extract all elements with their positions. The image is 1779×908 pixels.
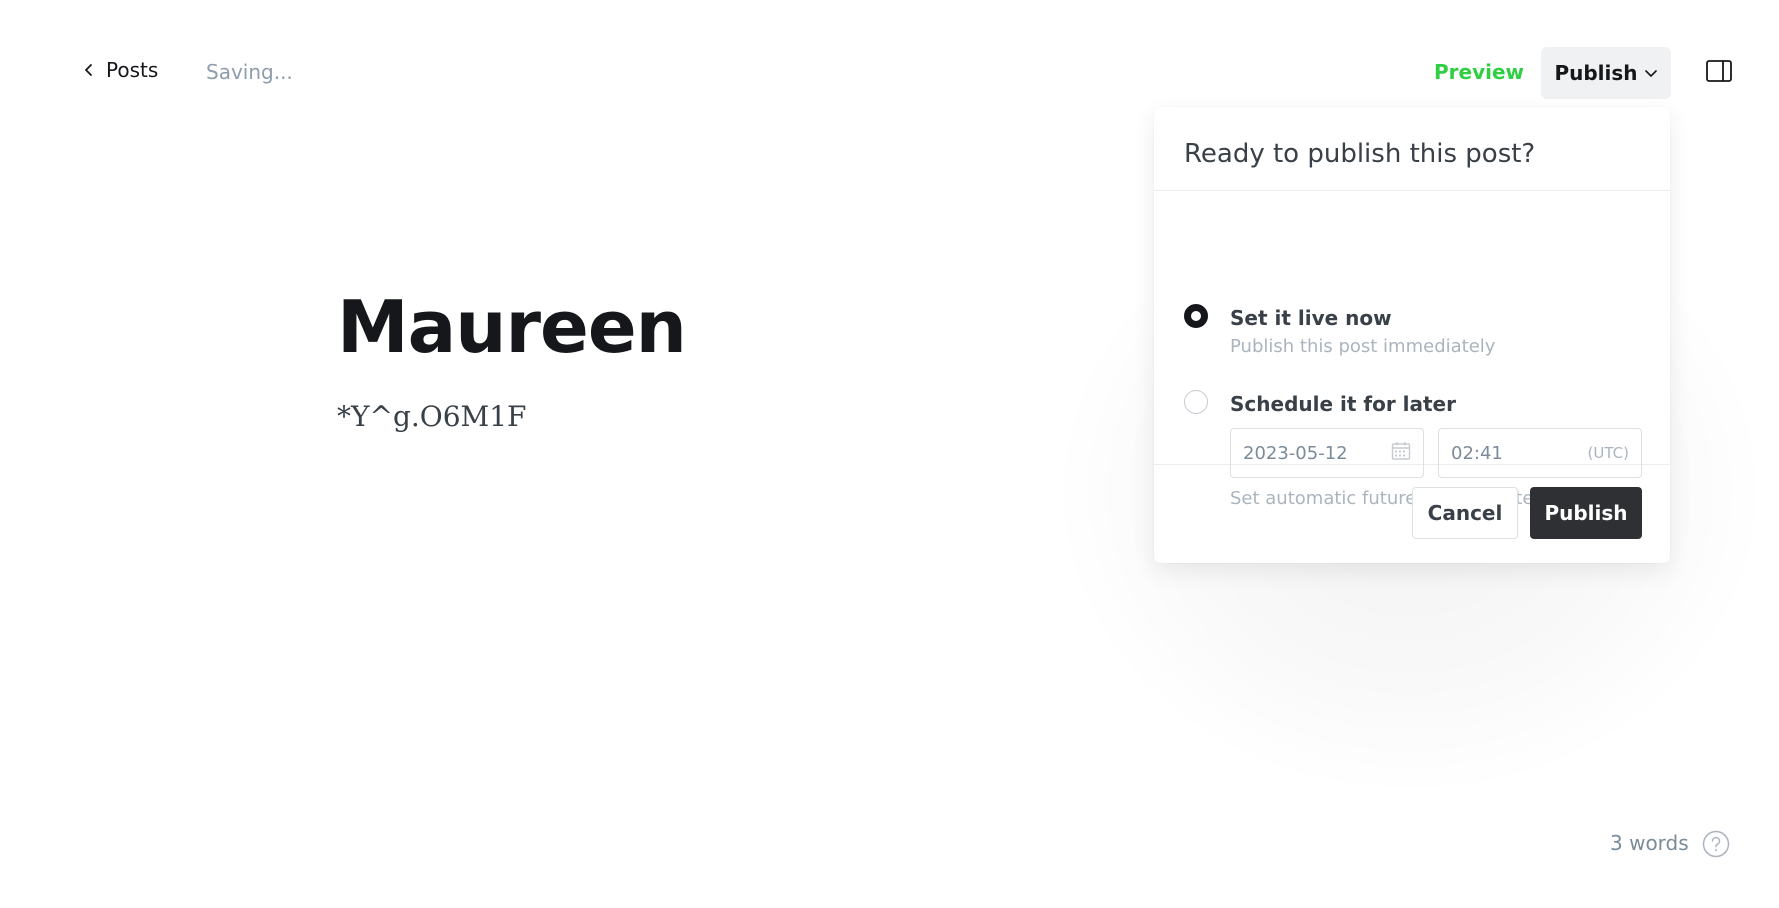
- publish-now-label[interactable]: Set it live now: [1230, 306, 1392, 330]
- publish-options: Set it live now Publish this post immedi…: [1154, 191, 1670, 509]
- chevron-down-icon: [1644, 66, 1658, 80]
- chevron-left-icon: [82, 63, 96, 77]
- save-status: Saving...: [206, 60, 293, 84]
- post-body[interactable]: *Y^g.O6M1F: [337, 400, 526, 433]
- cancel-button[interactable]: Cancel: [1412, 487, 1518, 539]
- publish-dropdown-header: Ready to publish this post?: [1154, 107, 1670, 191]
- publish-now-radio[interactable]: [1184, 304, 1208, 328]
- timezone-label: (UTC): [1587, 444, 1629, 462]
- back-to-posts-link[interactable]: Posts: [82, 58, 158, 82]
- confirm-publish-button[interactable]: Publish: [1530, 487, 1642, 539]
- schedule-later-radio[interactable]: [1184, 390, 1208, 414]
- publish-now-description: Publish this post immediately: [1230, 336, 1496, 357]
- schedule-later-label[interactable]: Schedule it for later: [1230, 392, 1456, 416]
- sidebar-panel-icon: [1706, 60, 1732, 86]
- schedule-time-value: 02:41: [1451, 442, 1503, 464]
- publish-menu-button[interactable]: Publish: [1541, 47, 1671, 99]
- publish-dropdown-title: Ready to publish this post?: [1184, 139, 1536, 169]
- word-count: 3 words: [1610, 831, 1689, 855]
- question-circle-icon: [1702, 830, 1730, 862]
- calendar-icon: [1391, 441, 1411, 465]
- publish-dropdown: Ready to publish this post? Set it live …: [1154, 107, 1670, 563]
- publish-dropdown-footer: Cancel Publish: [1154, 465, 1670, 563]
- schedule-date-value: 2023-05-12: [1243, 442, 1348, 464]
- sidebar-toggle-button[interactable]: [1706, 60, 1732, 82]
- help-button[interactable]: [1702, 830, 1730, 858]
- post-title[interactable]: Maureen: [337, 285, 687, 369]
- back-link-label: Posts: [106, 58, 159, 82]
- preview-button[interactable]: Preview: [1434, 60, 1524, 84]
- publish-menu-label: Publish: [1554, 61, 1638, 85]
